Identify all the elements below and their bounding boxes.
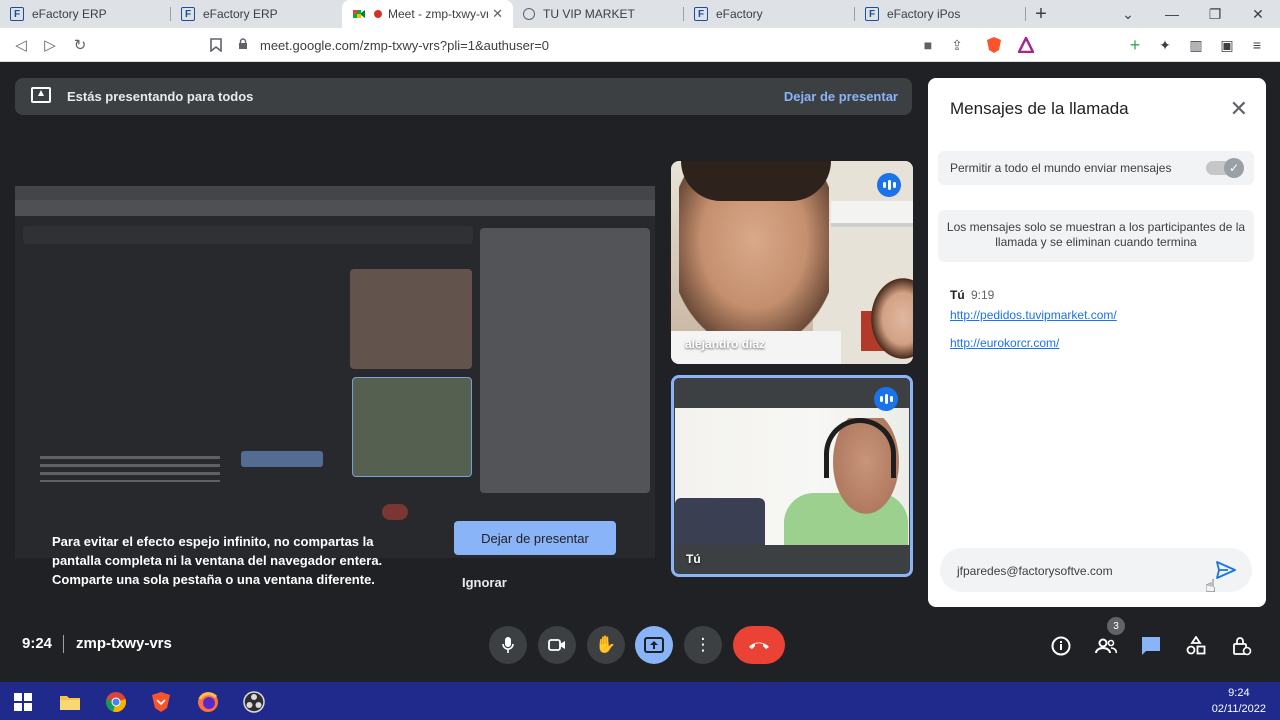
camera-button[interactable] xyxy=(538,626,576,664)
efactory-favicon-icon: F xyxy=(10,7,24,21)
chrome-icon[interactable] xyxy=(103,689,129,715)
close-window-button[interactable]: ✕ xyxy=(1236,0,1280,28)
file-explorer-icon[interactable] xyxy=(57,689,83,715)
minimize-window-button[interactable]: — xyxy=(1150,0,1194,28)
browser-tab[interactable]: F eFactory ERP xyxy=(0,0,171,28)
participant-name: Tú xyxy=(686,552,701,566)
presenting-text: Estás presentando para todos xyxy=(67,89,254,104)
efactory-favicon-icon: F xyxy=(865,7,879,21)
browser-tab-strip: F eFactory ERP F eFactory ERP Meet - zmp… xyxy=(0,0,1280,28)
present-now-button[interactable] xyxy=(635,626,673,664)
tab-search-chevron-icon[interactable]: ⌄ xyxy=(1106,0,1150,28)
firefox-icon[interactable] xyxy=(195,689,221,715)
close-icon[interactable]: ✕ xyxy=(1230,96,1248,122)
ignore-button[interactable]: Ignorar xyxy=(462,575,507,590)
bookmark-icon[interactable] xyxy=(205,34,227,56)
meeting-details-icon[interactable] xyxy=(1049,634,1073,658)
system-clock[interactable]: 9:24 02/11/2022 xyxy=(1212,685,1266,717)
message-input-value: jfparedes@factorysoftve.com xyxy=(957,564,1113,578)
windows-start-icon[interactable] xyxy=(10,689,36,715)
message-link[interactable]: http://pedidos.tuvipmarket.com/ xyxy=(950,308,1117,322)
reload-icon[interactable]: ↻ xyxy=(69,34,91,56)
stop-presenting-link[interactable]: Dejar de presentar xyxy=(784,89,898,104)
tab-title: Meet - zmp-txwy-vr xyxy=(388,7,489,21)
microphone-button[interactable] xyxy=(489,626,527,664)
allow-messages-row: Permitir a todo el mundo enviar mensajes… xyxy=(938,151,1254,185)
forward-icon[interactable]: ▷ xyxy=(39,34,61,56)
tab-title: TU VIP MARKET xyxy=(543,7,635,21)
infinite-mirror-warning: Para evitar el efecto espejo infinito, n… xyxy=(52,534,383,587)
audio-level-icon xyxy=(877,173,901,197)
add-extension-icon[interactable]: + xyxy=(1124,34,1146,56)
participant-tile[interactable]: alejandro diaz xyxy=(671,161,913,364)
browser-tab-active[interactable]: Meet - zmp-txwy-vr ✕ xyxy=(342,0,513,28)
browser-tab[interactable]: F eFactory ERP xyxy=(171,0,342,28)
extensions-puzzle-icon[interactable]: ✦ xyxy=(1154,34,1176,56)
people-count-badge: 3 xyxy=(1107,617,1125,635)
meeting-code: zmp-txwy-vrs xyxy=(76,635,172,652)
address-bar[interactable]: meet.google.com/zmp-txwy-vrs?pli=1&authu… xyxy=(238,33,898,57)
browser-tab[interactable]: TU VIP MARKET xyxy=(513,0,684,28)
browser-tab[interactable]: F eFactory iPos xyxy=(855,0,1026,28)
message-time: 9:19 xyxy=(971,288,995,302)
browser-toolbar: ◁ ▷ ↻ meet.google.com/zmp-txwy-vrs?pli=1… xyxy=(0,28,1280,62)
panel-title: Mensajes de la llamada xyxy=(950,99,1129,118)
present-screen-icon xyxy=(31,87,51,103)
share-icon[interactable]: ⇪ xyxy=(946,34,968,56)
close-tab-icon[interactable]: ✕ xyxy=(492,6,503,22)
camera-in-use-icon[interactable]: ■ xyxy=(917,34,939,56)
tab-title: eFactory xyxy=(716,7,763,21)
efactory-favicon-icon: F xyxy=(694,7,708,21)
brave-shield-icon[interactable] xyxy=(983,34,1005,56)
allow-messages-toggle[interactable]: ✓ xyxy=(1206,158,1244,178)
wallet-icon[interactable]: ▣ xyxy=(1216,34,1238,56)
meeting-time: 9:24 xyxy=(22,635,53,652)
audio-level-icon xyxy=(874,387,898,411)
activities-icon[interactable] xyxy=(1184,634,1208,658)
browser-tab[interactable]: F eFactory xyxy=(684,0,855,28)
stop-presenting-button[interactable]: Dejar de presentar xyxy=(454,521,616,555)
brave-browser-icon[interactable] xyxy=(148,689,174,715)
sidebar-icon[interactable]: ▥ xyxy=(1185,34,1207,56)
hand-cursor-icon: ☝ xyxy=(1205,576,1216,596)
clock-time: 9:24 xyxy=(1228,687,1250,699)
new-tab-button[interactable]: + xyxy=(1026,0,1056,28)
in-call-messages-panel: Mensajes de la llamada ✕ Permitir a todo… xyxy=(928,78,1266,607)
self-participant-tile[interactable]: Tú xyxy=(671,375,913,577)
host-controls-icon[interactable] xyxy=(1230,634,1254,658)
message-sender: Tú xyxy=(950,288,965,302)
globe-favicon-icon xyxy=(523,8,535,20)
brave-rewards-icon[interactable] xyxy=(1015,34,1037,56)
clock-date: 02/11/2022 xyxy=(1211,703,1266,715)
message-link[interactable]: http://eurokorcr.com/ xyxy=(950,336,1059,350)
raise-hand-button[interactable]: ✋ xyxy=(587,626,625,664)
meet-stage: Estás presentando para todos Dejar de pr… xyxy=(0,62,1280,682)
screen-share-preview xyxy=(15,186,655,558)
restore-window-button[interactable]: ❐ xyxy=(1193,0,1237,28)
people-icon[interactable] xyxy=(1094,634,1118,658)
more-options-button[interactable]: ⋮ xyxy=(684,626,722,664)
lock-icon xyxy=(238,37,248,53)
recording-dot-icon xyxy=(374,10,382,18)
obs-studio-icon[interactable] xyxy=(241,689,267,715)
back-icon[interactable]: ◁ xyxy=(10,34,32,56)
url-text: meet.google.com/zmp-txwy-vrs?pli=1&authu… xyxy=(260,37,550,53)
send-icon[interactable] xyxy=(1214,558,1238,582)
efactory-favicon-icon: F xyxy=(181,7,195,21)
messages-info-note: Los mensajes solo se muestran a los part… xyxy=(938,210,1254,262)
presenting-banner: Estás presentando para todos Dejar de pr… xyxy=(15,78,912,115)
google-meet-favicon-icon xyxy=(352,7,366,21)
tab-title: eFactory ERP xyxy=(32,7,107,21)
menu-icon[interactable]: ≡ xyxy=(1246,34,1268,56)
participant-name: alejandro diaz xyxy=(685,337,766,351)
chat-icon[interactable] xyxy=(1139,634,1163,658)
leave-call-button[interactable] xyxy=(733,626,785,664)
tab-title: eFactory ERP xyxy=(203,7,278,21)
check-icon: ✓ xyxy=(1224,158,1244,178)
allow-messages-label: Permitir a todo el mundo enviar mensajes xyxy=(950,161,1172,175)
windows-taskbar: 9:24 02/11/2022 xyxy=(0,682,1280,720)
tab-title: eFactory iPos xyxy=(887,7,961,21)
